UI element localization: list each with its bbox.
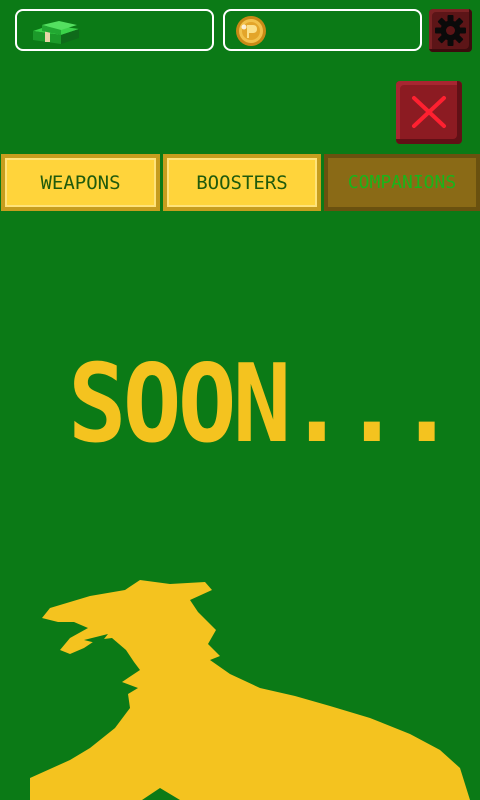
gold-coin-icon: [236, 16, 266, 46]
cash-counter: [15, 9, 214, 51]
coming-soon-text: SOON...: [68, 342, 456, 467]
cash-stack-icon: [33, 21, 79, 44]
close-button[interactable]: [396, 81, 462, 144]
dog-silhouette: [30, 580, 470, 800]
tab-weapons[interactable]: WEAPONS: [1, 154, 160, 211]
close-icon: [412, 96, 446, 128]
tab-weapons-label: WEAPONS: [40, 171, 121, 194]
settings-button[interactable]: [429, 9, 472, 52]
coin-counter: [223, 9, 422, 51]
tab-companions[interactable]: COMPANIONS: [324, 154, 480, 211]
tab-companions-label: COMPANIONS: [347, 172, 457, 193]
gear-icon: [435, 15, 466, 46]
tab-boosters[interactable]: BOOSTERS: [163, 154, 321, 211]
tab-boosters-label: BOOSTERS: [196, 171, 288, 194]
